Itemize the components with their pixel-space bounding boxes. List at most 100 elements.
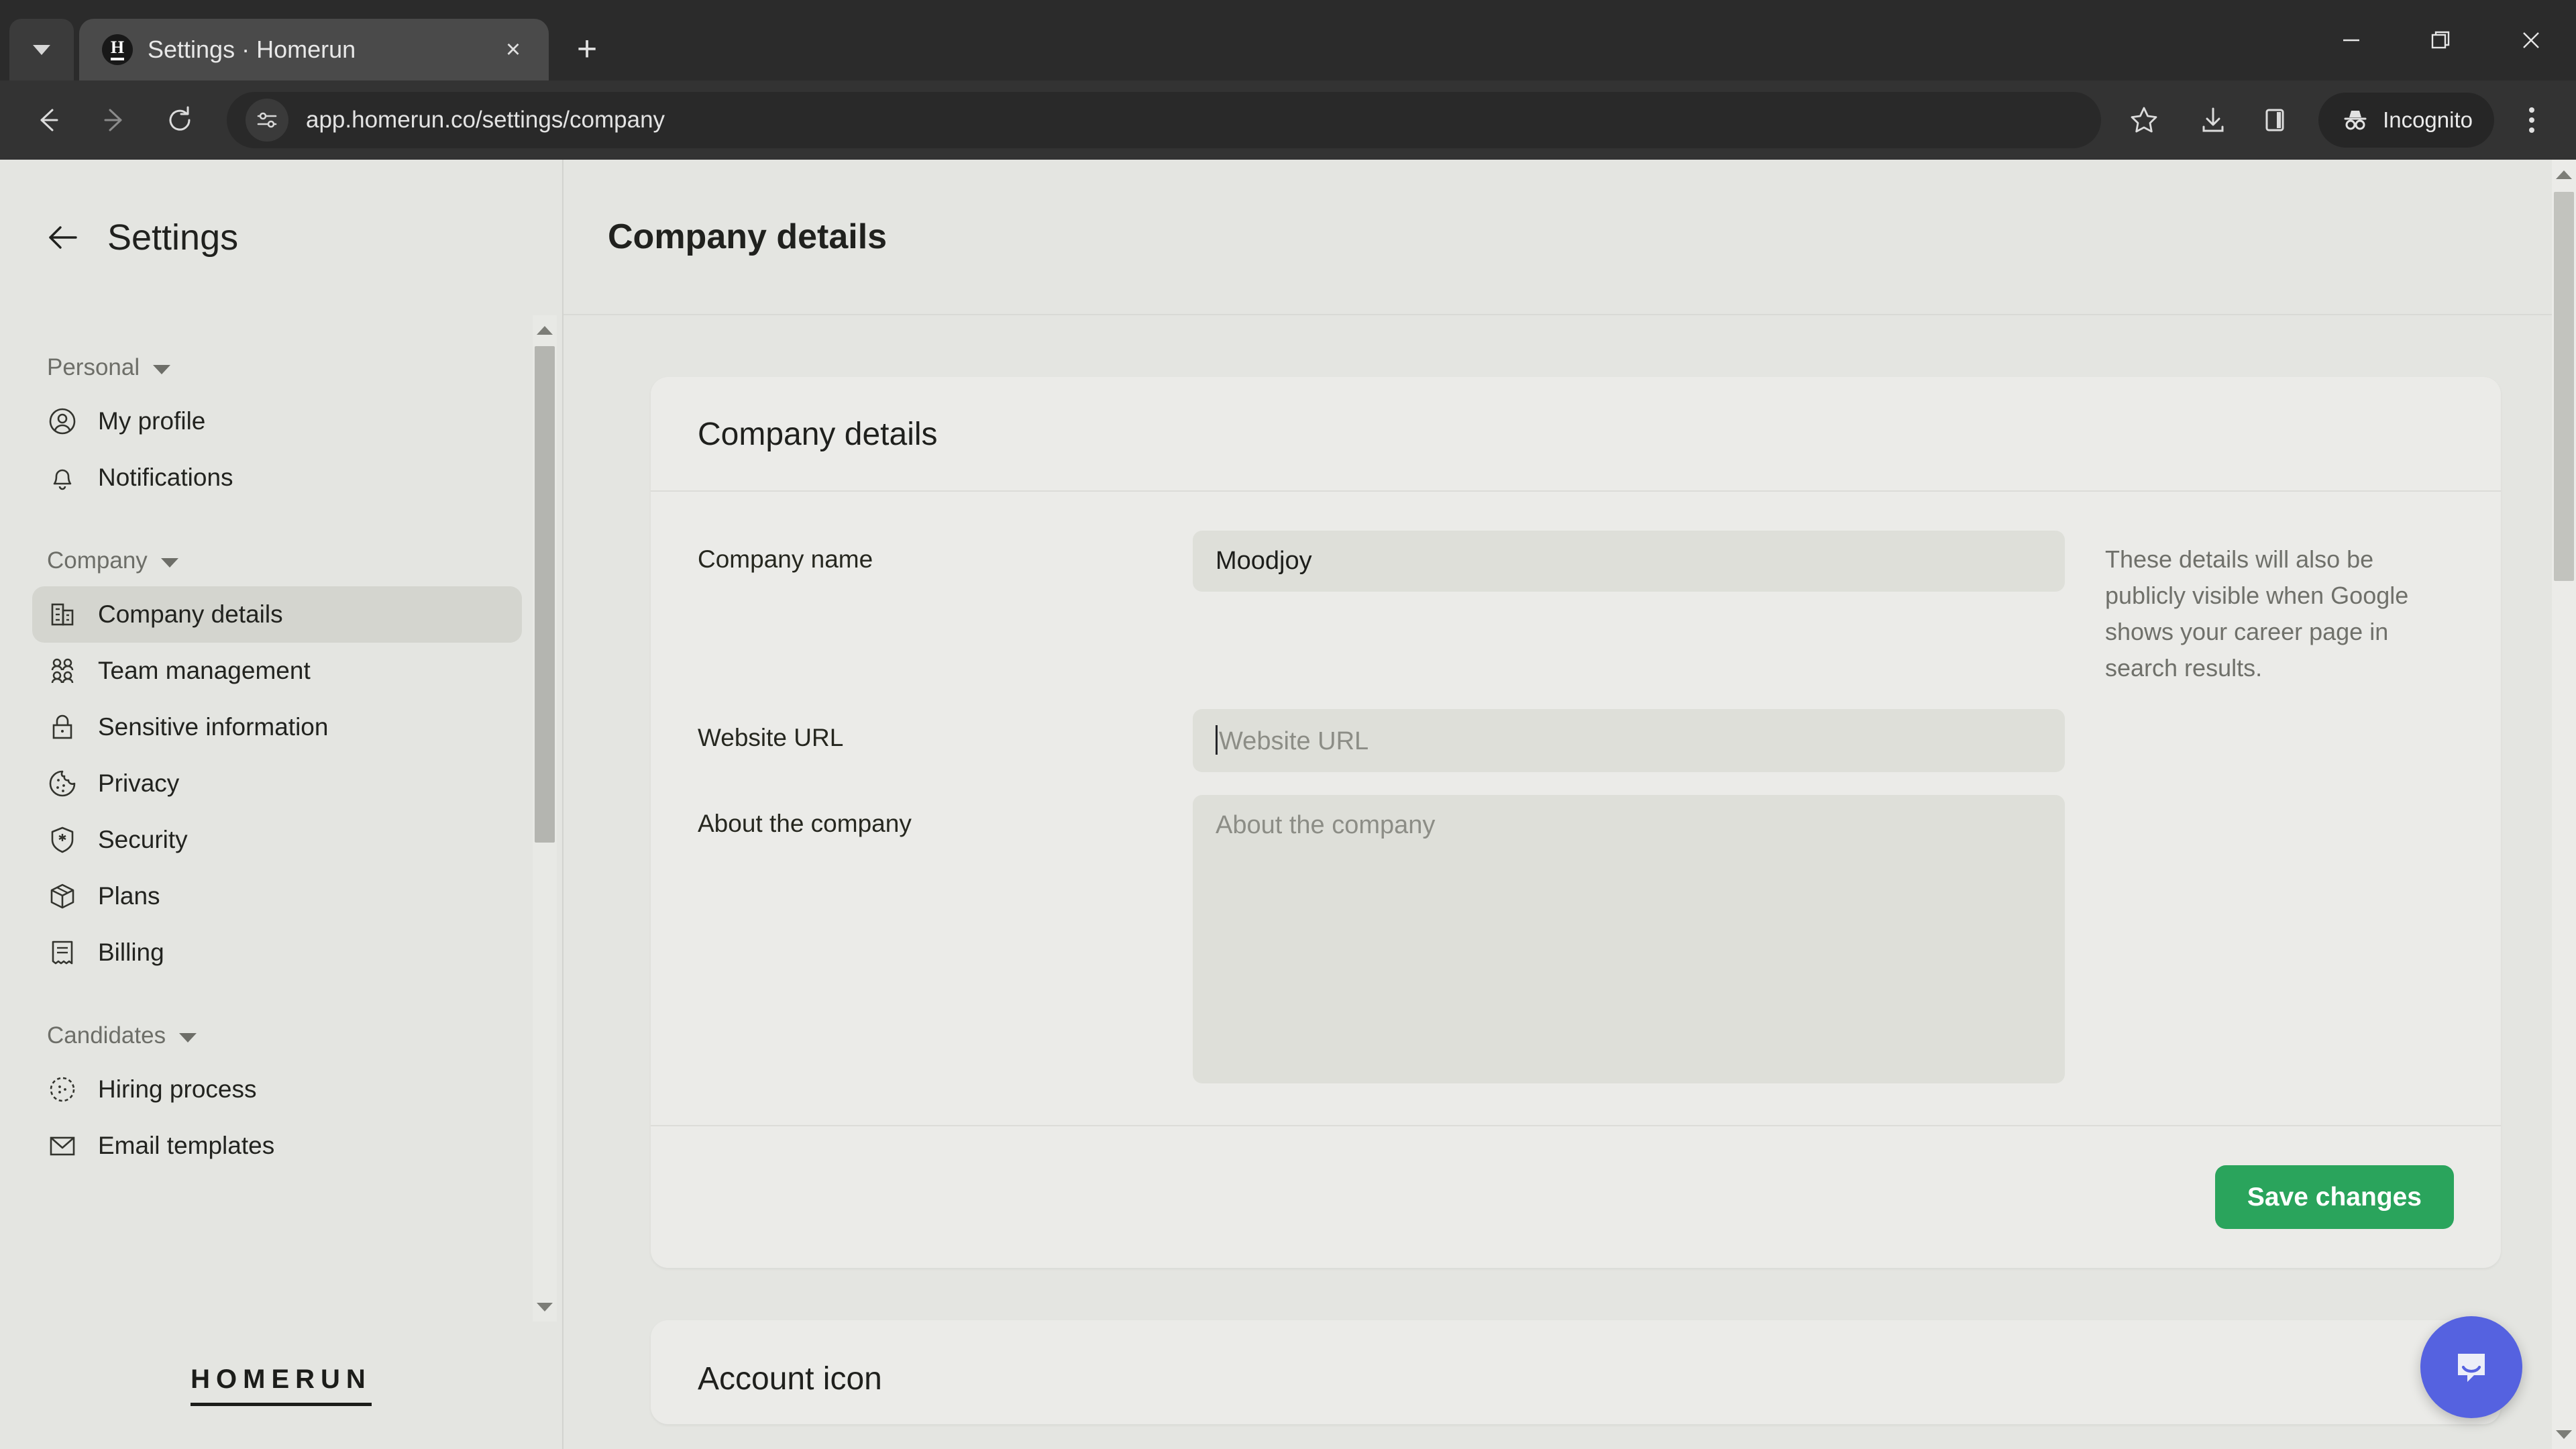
sidebar-item-hiring-process[interactable]: Hiring process <box>32 1061 522 1118</box>
scroll-down-arrow-icon[interactable] <box>533 1295 557 1319</box>
sidebar-item-my-profile[interactable]: My profile <box>32 393 522 449</box>
sidebar-item-company-details[interactable]: Company details <box>32 586 522 643</box>
page-content: Settings Personal My profile Notificatio… <box>0 160 2576 1449</box>
sidebar-item-label: Privacy <box>98 769 180 797</box>
shield-icon <box>51 826 74 853</box>
text-cursor <box>1216 725 1218 755</box>
sidebar-header: Settings <box>0 160 562 315</box>
sidebar-item-privacy[interactable]: Privacy <box>32 755 522 812</box>
tab-strip: H Settings · Homerun × + <box>0 0 2576 80</box>
browser-tab[interactable]: H Settings · Homerun × <box>79 19 549 80</box>
close-window-button[interactable] <box>2486 0 2576 80</box>
sidebar-group-company[interactable]: Company <box>32 529 522 586</box>
account-icon-card-title: Account icon <box>698 1361 882 1397</box>
incognito-icon <box>2344 111 2367 130</box>
box-icon <box>50 883 74 909</box>
sidebar-item-label: Plans <box>98 882 160 910</box>
bell-icon <box>53 469 72 490</box>
incognito-badge[interactable]: Incognito <box>2318 93 2494 148</box>
page-scrollbar[interactable] <box>2552 160 2576 1449</box>
forward-button[interactable] <box>83 89 145 151</box>
sidebar-item-plans[interactable]: Plans <box>32 868 522 924</box>
website-url-label: Website URL <box>698 724 844 751</box>
url-text: app.homerun.co/settings/company <box>306 107 665 133</box>
about-company-label: About the company <box>698 810 912 837</box>
favicon-homerun-icon: H <box>102 34 133 65</box>
sidebar-item-label: Security <box>98 826 188 853</box>
sidebar-item-billing[interactable]: Billing <box>32 924 522 981</box>
sidebar-group-candidates[interactable]: Candidates <box>32 1004 522 1061</box>
sidebar-group-personal[interactable]: Personal <box>32 335 522 393</box>
company-details-card: Company details Company name Moodjoy The… <box>651 377 2501 1268</box>
save-changes-button[interactable]: Save changes <box>2214 1165 2454 1229</box>
page-scroll-down-arrow-icon[interactable] <box>2552 1422 2576 1446</box>
maximize-restore-button[interactable] <box>2396 0 2486 80</box>
minimize-button[interactable] <box>2306 0 2396 80</box>
chrome-menu-button[interactable] <box>2505 91 2559 150</box>
company-name-input[interactable]: Moodjoy <box>1193 531 2065 592</box>
about-company-textarea[interactable]: About the company <box>1193 795 2065 1083</box>
favicon-letter: H <box>110 39 125 60</box>
sidebar-group-label: Personal <box>47 354 140 380</box>
page-title: Company details <box>608 217 888 256</box>
form-row-company-name: Company name Moodjoy These details will … <box>698 531 2454 686</box>
sidebar-scrollbar-thumb[interactable] <box>535 346 555 843</box>
sidebar-item-notifications[interactable]: Notifications <box>32 449 522 506</box>
sidebar-item-security[interactable]: Security <box>32 812 522 868</box>
sidebar-item-sensitive-information[interactable]: Sensitive information <box>32 699 522 755</box>
main-body: Company details Company name Moodjoy The… <box>564 315 2576 1424</box>
intercom-launcher-button[interactable] <box>2420 1316 2522 1418</box>
chevron-down-icon <box>179 1032 197 1042</box>
sidebar-scrollbar[interactable] <box>533 315 557 1322</box>
chat-bubble-icon <box>2458 1354 2485 1382</box>
reload-button[interactable] <box>149 89 211 151</box>
scroll-up-arrow-icon[interactable] <box>533 318 557 342</box>
sidebar-item-label: Sensitive information <box>98 713 329 741</box>
website-url-placeholder: Website URL <box>1219 727 1369 755</box>
sidebar-item-team-management[interactable]: Team management <box>32 643 522 699</box>
helper-text: These details will also be publicly visi… <box>2105 545 2409 682</box>
arrow-left-icon[interactable] <box>44 218 83 257</box>
card-body: Company name Moodjoy These details will … <box>651 492 2501 1083</box>
sidebar-item-label: Company details <box>98 600 283 628</box>
side-panel-icon[interactable] <box>2246 91 2304 149</box>
people-icon <box>51 658 74 684</box>
receipt-icon <box>52 941 73 965</box>
browser-toolbar: app.homerun.co/settings/company Incognit… <box>0 80 2576 160</box>
chevron-down-icon <box>33 44 50 55</box>
sidebar-item-label: Billing <box>98 938 164 966</box>
sidebar-item-label: Notifications <box>98 464 233 491</box>
site-settings-icon[interactable] <box>246 99 288 142</box>
sidebar-item-email-templates[interactable]: Email templates <box>32 1118 522 1174</box>
sidebar-group-label: Company <box>47 547 148 574</box>
downloads-icon[interactable] <box>2184 91 2242 149</box>
chevron-down-icon <box>153 364 171 374</box>
account-icon-card: Account icon <box>651 1320 2501 1424</box>
close-tab-icon[interactable]: × <box>495 32 531 68</box>
back-button[interactable] <box>17 89 79 151</box>
page-scroll-up-arrow-icon[interactable] <box>2552 162 2576 186</box>
form-row-website-url: Website URL Website URL <box>698 709 2454 772</box>
sidebar-item-label: Email templates <box>98 1132 275 1159</box>
chevron-down-icon <box>160 557 178 568</box>
sidebar-footer: HOMERUN <box>0 1322 562 1449</box>
bookmark-star-icon[interactable] <box>2117 93 2171 147</box>
tab-search-button[interactable] <box>9 19 74 80</box>
sidebar-group-label: Candidates <box>47 1022 166 1049</box>
window-controls <box>2306 0 2576 80</box>
envelope-icon <box>50 1136 75 1156</box>
new-tab-button[interactable]: + <box>564 25 610 72</box>
website-url-input[interactable]: Website URL <box>1193 709 2065 772</box>
browser-window: H Settings · Homerun × + app.homerun.co/… <box>0 0 2576 1449</box>
main-header: Company details <box>564 160 2576 315</box>
address-bar[interactable]: app.homerun.co/settings/company <box>227 92 2102 148</box>
sidebar-title: Settings <box>107 217 239 258</box>
page-scrollbar-thumb[interactable] <box>2554 192 2574 581</box>
card-title: Company details <box>698 417 938 452</box>
user-circle-icon <box>49 408 76 435</box>
incognito-label: Incognito <box>2383 107 2473 132</box>
sidebar-item-label: My profile <box>98 407 206 435</box>
card-footer: Save changes <box>651 1125 2501 1268</box>
